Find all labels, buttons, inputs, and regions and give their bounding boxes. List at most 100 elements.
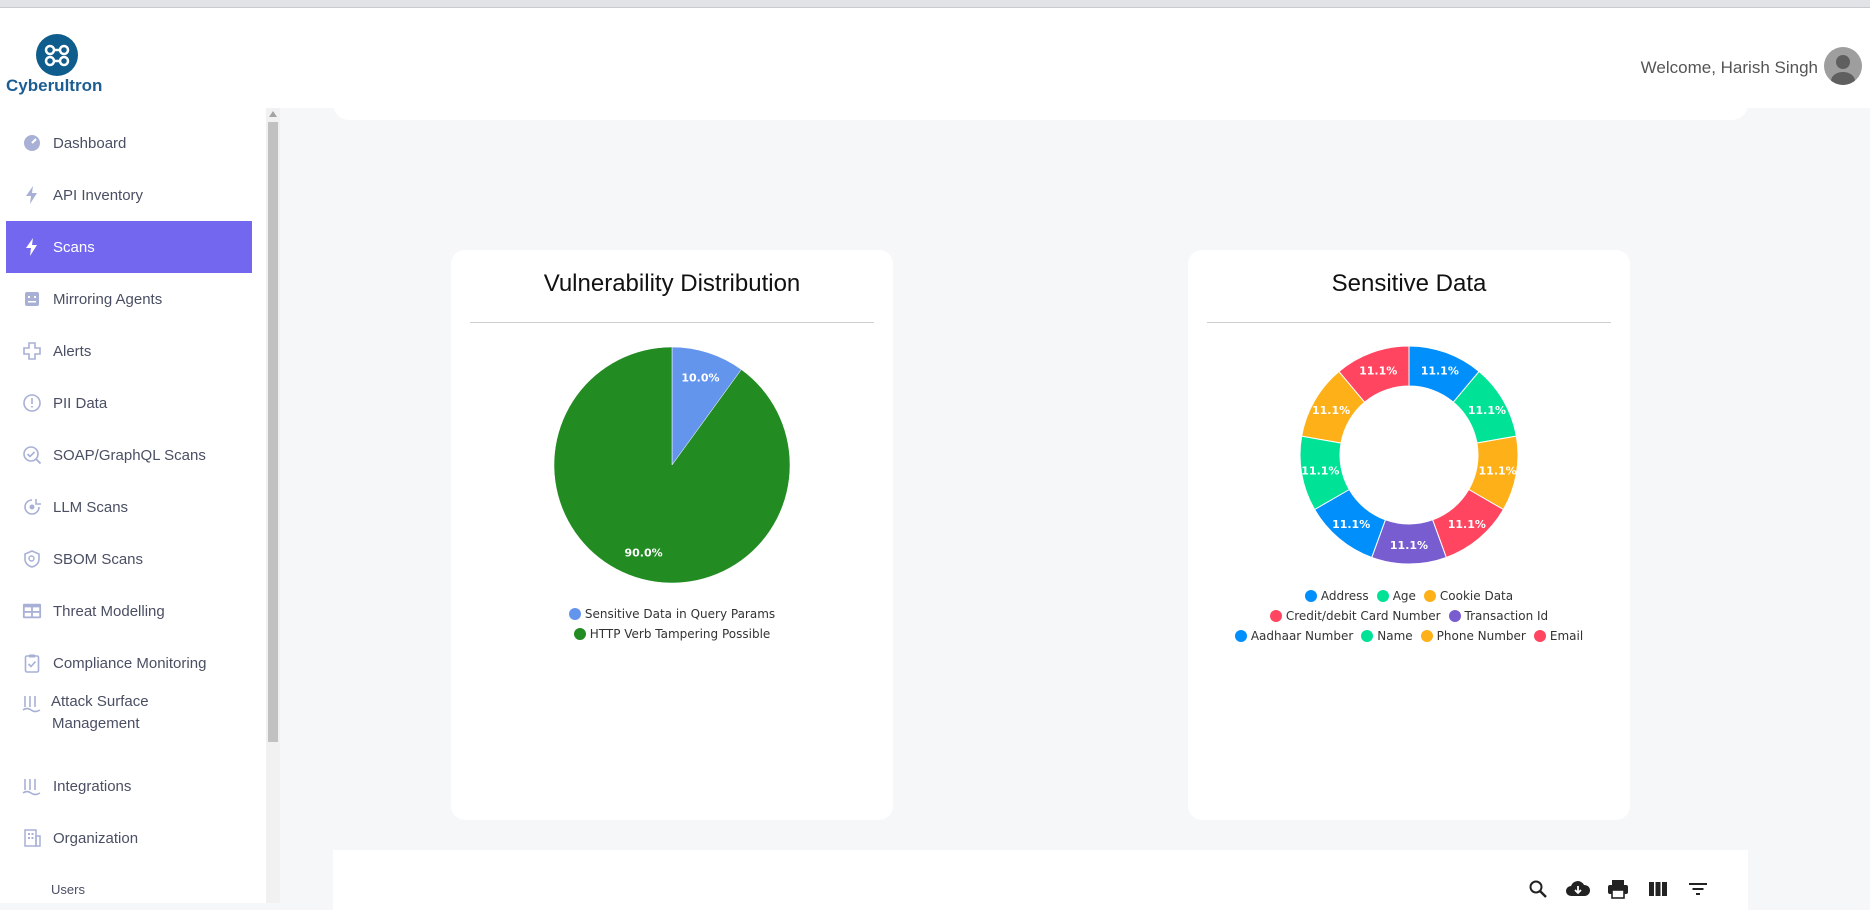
vulnerability-pie-chart: 10.0% 90.0% (553, 346, 791, 584)
building-icon (22, 828, 42, 848)
print-icon[interactable] (1605, 876, 1631, 902)
legend-item-phone-number[interactable]: Phone Number (1420, 627, 1526, 645)
legend-marker (1423, 590, 1436, 602)
scroll-thumb[interactable] (268, 122, 278, 742)
legend-marker (1448, 610, 1461, 622)
legend-item-credit-debit-card-number[interactable]: Credit/debit Card Number (1269, 607, 1441, 625)
sidebar-item-label: Scans (53, 238, 95, 256)
legend-marker (1269, 610, 1282, 622)
logo-mark-icon (36, 34, 78, 76)
legend-item-email[interactable]: Email (1533, 627, 1583, 645)
sidebar-item-label: PII Data (53, 394, 108, 412)
sidebar-item-organization[interactable]: Organization (6, 812, 252, 864)
slice-http-verb-tampering-possible[interactable] (553, 346, 791, 584)
sensitive-data-donut-chart: 11.1% 11.1% 11.1% 11.1% 11.1% 11.1% 11.1% 11.1%… (1299, 345, 1519, 565)
sidebar-item-label: Dashboard (53, 134, 127, 152)
legend-marker (1234, 630, 1247, 642)
avatar[interactable] (1824, 47, 1862, 85)
robot-icon (22, 289, 42, 309)
chart-legend: Address Age Cookie Data Credit/debit Card N… (1213, 587, 1605, 647)
search-icon[interactable] (1525, 876, 1551, 902)
legend-item-aadhaar-number[interactable]: Aadhaar Number (1234, 627, 1354, 645)
columns-icon[interactable] (1645, 876, 1671, 902)
sidebar-item-label: Integrations (53, 777, 132, 795)
download-icon[interactable] (1565, 876, 1591, 902)
legend-item-name[interactable]: Name (1361, 627, 1413, 645)
sidebar: Dashboard API Inventory Scans Mirroring … (0, 108, 266, 903)
chart-title: Sensitive Data (1331, 270, 1487, 297)
legend-item-transaction-id[interactable]: Transaction Id (1448, 607, 1548, 625)
bolt-icon (22, 237, 42, 257)
data-label-name: 11.1% (1301, 465, 1339, 478)
sidebar-item-attack-surface-management[interactable]: Attack Surface Management (6, 691, 252, 751)
welcome-text: Welcome, Harish Singh (1640, 58, 1818, 77)
legend-label: Aadhaar Number (1250, 629, 1354, 643)
legend-label: Address (1320, 589, 1369, 603)
chart-legend: Sensitive Data in Query Params HTTP Verb … (461, 605, 883, 645)
sidebar-item-label: Alerts (53, 342, 92, 360)
sidebar-item-api-inventory[interactable]: API Inventory (6, 169, 252, 221)
bolt-icon (22, 185, 42, 205)
sidebar-item-compliance-monitoring[interactable]: Compliance Monitoring (6, 637, 252, 689)
sidebar-item-label: Organization (53, 829, 139, 847)
legend-label: HTTP Verb Tampering Possible (589, 627, 771, 641)
sidebar-item-integrations[interactable]: Integrations (6, 760, 252, 812)
legend-item-age[interactable]: Age (1376, 587, 1416, 605)
sidebar-subitem-users[interactable]: Users (51, 882, 85, 897)
data-label-sensitive-data-in-query-params: 10.0% (681, 372, 719, 385)
sidebar-item-llm-scans[interactable]: LLM Scans (6, 481, 252, 533)
legend-marker (1420, 630, 1433, 642)
data-label-http-verb-tampering-possible: 90.0% (624, 546, 662, 559)
chart-title: Vulnerability Distribution (543, 270, 801, 297)
sensitive-data-chart-card: Sensitive Data 11.1% 11.1% 11.1% 11.1% 11.1%… (1188, 250, 1630, 820)
sidebar-item-label: Mirroring Agents (53, 290, 163, 308)
legend-item-address[interactable]: Address (1304, 587, 1369, 605)
filter-icon[interactable] (1685, 876, 1711, 902)
sidebar-item-scans[interactable]: Scans (6, 221, 252, 273)
sidebar-item-label: Compliance Monitoring (53, 654, 207, 672)
legend-item-http-verb-tampering-possible[interactable]: HTTP Verb Tampering Possible (573, 625, 771, 643)
legend-item-sensitive-data-in-query-params[interactable]: Sensitive Data in Query Params (568, 605, 776, 623)
legend-marker (1304, 590, 1317, 602)
sidebar-scrollbar[interactable] (266, 108, 280, 903)
sidebar-item-soap-graphql-scans[interactable]: SOAP/GraphQL Scans (6, 429, 252, 481)
clipboard-check-icon (22, 653, 42, 673)
sidebar-item-label: SOAP/GraphQL Scans (53, 446, 206, 464)
legend-marker (573, 628, 586, 640)
legend-marker (1361, 630, 1374, 642)
sidebar-item-threat-modelling[interactable]: Threat Modelling (6, 585, 252, 637)
top-card-bottom-edge (333, 100, 1748, 120)
legend-label: Sensitive Data in Query Params (584, 607, 776, 621)
sidebar-item-alerts[interactable]: Alerts (6, 325, 252, 377)
sidebar-item-label: Attack Surface Management (51, 693, 149, 732)
sidebar-item-label: SBOM Scans (53, 550, 144, 568)
brand-name: Cyberultron (6, 76, 103, 95)
dashboard-icon (22, 133, 42, 153)
alert-icon (22, 341, 42, 361)
divider (1207, 322, 1611, 323)
sidebar-item-sbom-scans[interactable]: SBOM Scans (6, 533, 252, 585)
legend-label: Cookie Data (1439, 589, 1514, 603)
browser-top-strip (0, 0, 1870, 8)
legend-label: Credit/debit Card Number (1285, 609, 1441, 623)
data-label-transaction-id: 11.1% (1390, 539, 1428, 552)
sidebar-item-dashboard[interactable]: Dashboard (6, 117, 252, 169)
data-label-age: 11.1% (1468, 404, 1506, 417)
scroll-up-arrow-icon[interactable] (269, 111, 277, 117)
data-label-email: 11.1% (1359, 364, 1397, 377)
shield-icon (22, 549, 42, 569)
search-check-icon (22, 445, 42, 465)
info-circle-icon (22, 393, 42, 413)
llm-icon (22, 497, 42, 517)
sidebar-item-pii-data[interactable]: PII Data (6, 377, 252, 429)
sidebar-item-mirroring-agents[interactable]: Mirroring Agents (6, 273, 252, 325)
data-label-credit-debit-card-number: 11.1% (1448, 518, 1486, 531)
legend-label: Phone Number (1436, 629, 1526, 643)
legend-label: Name (1377, 629, 1413, 643)
table-icon (22, 601, 42, 621)
sidebar-item-label: API Inventory (53, 186, 144, 204)
data-label-aadhaar-number: 11.1% (1332, 518, 1370, 531)
divider (470, 322, 874, 323)
brand-logo[interactable]: Cyberultron (6, 34, 108, 98)
legend-item-cookie-data[interactable]: Cookie Data (1423, 587, 1514, 605)
